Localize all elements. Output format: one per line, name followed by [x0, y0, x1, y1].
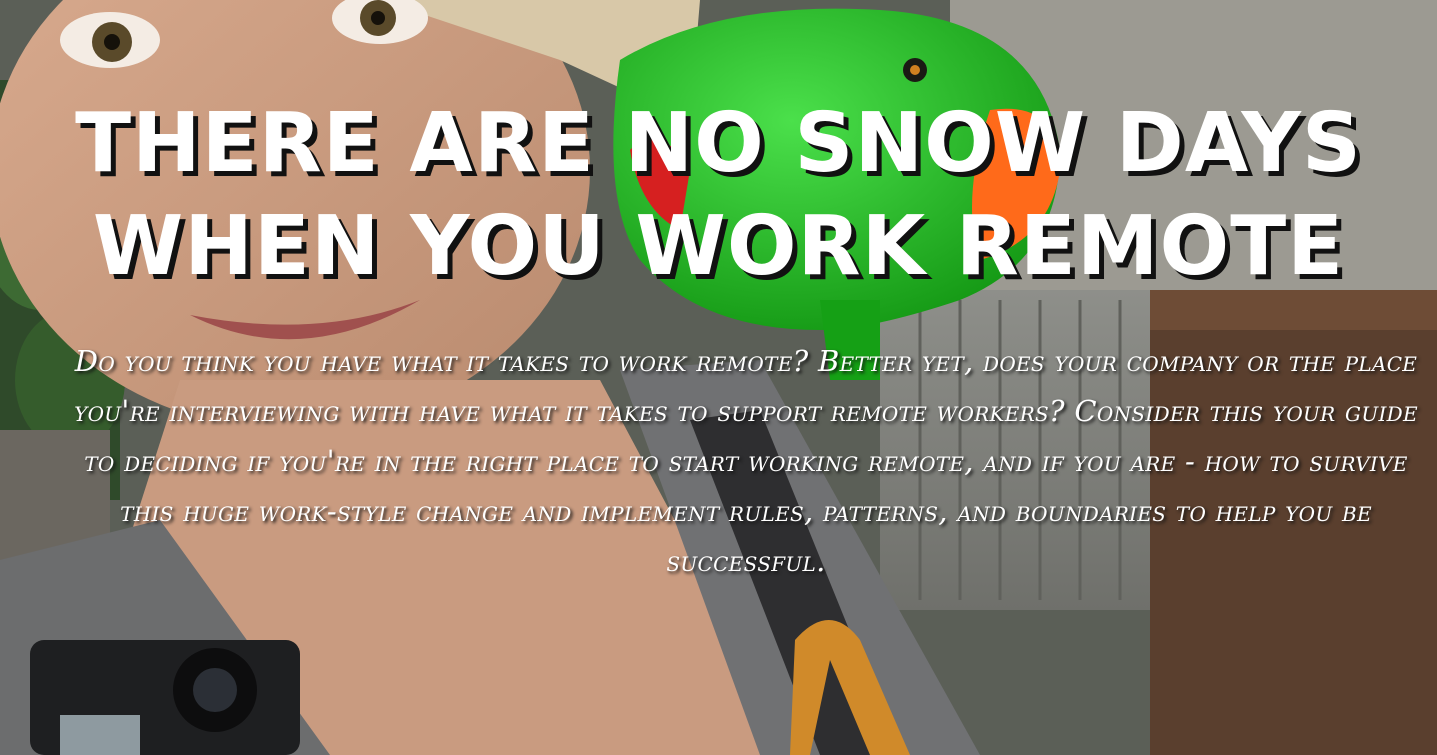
headline-line-1: THERE ARE NO SNOW DAYS — [75, 96, 1362, 191]
headline-line-2: WHEN YOU WORK REMOTE — [92, 199, 1345, 294]
hero-headline: THERE ARE NO SNOW DAYS WHEN YOU WORK REM… — [0, 92, 1437, 298]
hero-description: Do you think you have what it takes to w… — [74, 344, 1418, 578]
hero-banner: THERE ARE NO SNOW DAYS WHEN YOU WORK REM… — [0, 0, 1437, 755]
